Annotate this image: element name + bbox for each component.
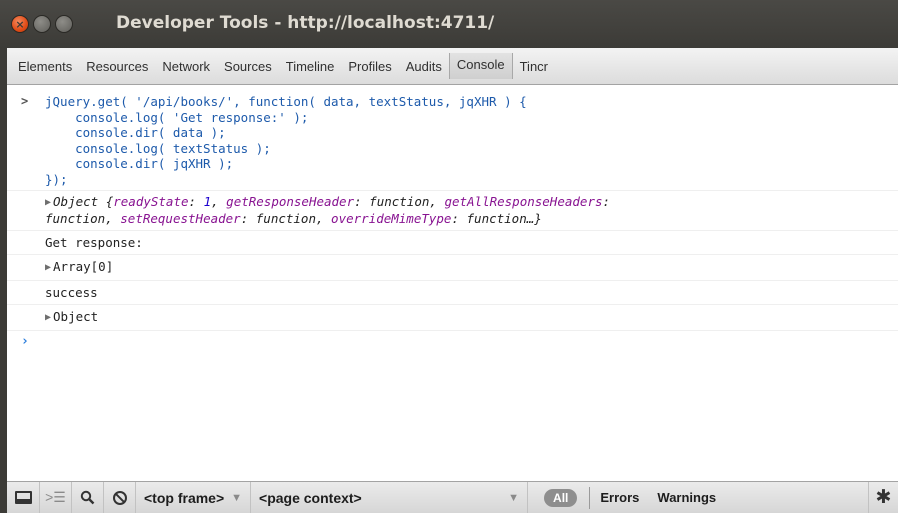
dir-object-row[interactable]: ▶ Object [7,305,898,331]
devtools-panel: Elements Resources Network Sources Timel… [7,48,898,513]
result-object-row[interactable]: ▶ Object {readyState: 1, getResponseHeade… [7,191,898,231]
filter-errors-button[interactable]: Errors [600,490,639,505]
log-line-status: success [7,281,898,305]
window-title: Developer Tools - http://localhost:4711/ [116,13,495,33]
console-drawer-icon: >☰ [45,489,66,505]
dock-icon [14,491,32,504]
tab-tincr[interactable]: Tincr [513,48,555,85]
tab-profiles[interactable]: Profiles [341,48,398,85]
tab-console[interactable]: Console [448,53,513,79]
filter-divider [589,486,591,509]
gear-icon: ✱ [875,487,892,508]
filter-warnings-button[interactable]: Warnings [657,490,716,505]
tab-elements[interactable]: Elements [11,48,79,85]
context-select[interactable]: <page context> ▼ [251,482,529,513]
close-icon: × [15,17,25,31]
filter-all-button[interactable]: All [544,488,578,507]
tab-audits[interactable]: Audits [399,48,449,85]
panel-tabbar: Elements Resources Network Sources Timel… [7,48,898,85]
console-output: > jQuery.get( '/api/books/', function( d… [7,85,898,481]
search-icon [80,490,95,505]
tab-network[interactable]: Network [155,48,217,85]
expand-triangle-icon[interactable]: ▶ [45,197,51,208]
expand-triangle-icon[interactable]: ▶ [45,262,51,273]
console-input[interactable]: › [7,331,898,353]
window-titlebar: × Developer Tools - http://localhost:471… [0,0,898,48]
command-prompt-icon: > [21,94,29,108]
log-line-get-response: Get response: [7,231,898,255]
dock-button[interactable] [7,482,40,513]
dir-array-row[interactable]: ▶ Array[0] [7,255,898,281]
settings-button[interactable]: ✱ [868,482,898,513]
clear-console-button[interactable] [104,482,136,513]
frame-select[interactable]: <top frame> ▼ [136,482,252,513]
show-console-drawer-button[interactable]: >☰ [40,482,72,513]
close-window-button[interactable]: × [11,15,29,33]
tab-sources[interactable]: Sources [217,48,279,85]
expand-triangle-icon[interactable]: ▶ [45,312,51,323]
tab-timeline[interactable]: Timeline [279,48,342,85]
maximize-window-button[interactable] [55,15,73,33]
input-prompt-icon: › [21,333,29,349]
search-button[interactable] [72,482,104,513]
console-command: > jQuery.get( '/api/books/', function( d… [7,85,898,191]
command-text: jQuery.get( '/api/books/', function( dat… [45,94,527,187]
tab-resources[interactable]: Resources [79,48,155,85]
chevron-down-icon: ▼ [231,491,243,504]
chevron-down-icon: ▼ [508,491,520,504]
clear-console-icon [112,490,127,505]
console-statusbar: >☰ <top frame> ▼ <page context> ▼ All Er… [7,481,898,513]
minimize-window-button[interactable] [33,15,51,33]
